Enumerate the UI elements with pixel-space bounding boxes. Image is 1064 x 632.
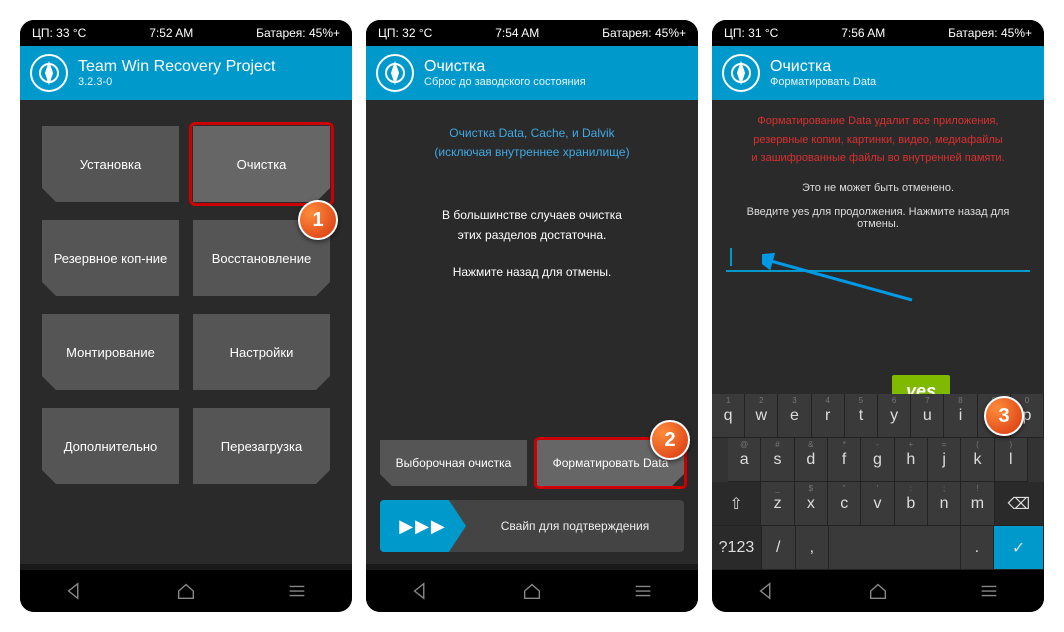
- yes-input[interactable]: [726, 246, 1030, 272]
- key-s[interactable]: #s: [761, 438, 794, 482]
- key-a[interactable]: @a: [728, 438, 761, 482]
- battery: Батарея: 45%+: [256, 26, 340, 40]
- header: Очистка Форматировать Data: [712, 46, 1044, 100]
- key-.[interactable]: .: [961, 526, 995, 570]
- menu-icon[interactable]: [286, 580, 308, 602]
- key-w[interactable]: 2w: [745, 394, 778, 438]
- tile-reboot[interactable]: Перезагрузка: [193, 408, 330, 484]
- key-k[interactable]: (k: [961, 438, 994, 482]
- key-c[interactable]: "c: [828, 482, 861, 526]
- battery: Батарея: 45%+: [602, 26, 686, 40]
- twrp-logo-icon: [722, 54, 760, 92]
- info-text-1: В большинстве случаев очистка: [366, 206, 698, 225]
- home-icon[interactable]: [867, 580, 889, 602]
- cpu-temp: ЦП: 31 °C: [724, 26, 778, 40]
- key-space[interactable]: [829, 526, 960, 570]
- menu-icon[interactable]: [632, 580, 654, 602]
- nav-bar: [20, 570, 352, 612]
- key-q[interactable]: 1q: [712, 394, 745, 438]
- key-t[interactable]: 5t: [845, 394, 878, 438]
- tile-install[interactable]: Установка: [42, 126, 179, 202]
- twrp-format-data-screen: ЦП: 31 °C 7:56 AM Батарея: 45%+ Очистка …: [712, 20, 1044, 612]
- key-f[interactable]: *f: [828, 438, 861, 482]
- key-m[interactable]: !m: [961, 482, 994, 526]
- tile-settings[interactable]: Настройки: [193, 314, 330, 390]
- back-icon[interactable]: [756, 580, 778, 602]
- key-,[interactable]: ,: [796, 526, 830, 570]
- key-u[interactable]: 7u: [911, 394, 944, 438]
- clock: 7:54 AM: [495, 26, 539, 40]
- info-text-2: этих разделов достаточна.: [366, 226, 698, 245]
- key-✓[interactable]: ✓: [994, 526, 1044, 570]
- tile-backup[interactable]: Резервное коп-ние: [42, 220, 179, 296]
- twrp-main-screen: ЦП: 33 °C 7:52 AM Батарея: 45%+ Team Win…: [20, 20, 352, 612]
- home-icon[interactable]: [521, 580, 543, 602]
- back-icon[interactable]: [410, 580, 432, 602]
- key-n[interactable]: ;n: [928, 482, 961, 526]
- key-l[interactable]: )l: [995, 438, 1028, 482]
- step-badge-2: 2: [650, 420, 690, 460]
- header-sub: 3.2.3-0: [78, 76, 275, 88]
- key-d[interactable]: &d: [795, 438, 828, 482]
- key-j[interactable]: =j: [928, 438, 961, 482]
- header-sub: Форматировать Data: [770, 76, 876, 88]
- header: Очистка Сброс до заводского состояния: [366, 46, 698, 100]
- status-bar: ЦП: 33 °C 7:52 AM Батарея: 45%+: [20, 20, 352, 46]
- home-icon[interactable]: [175, 580, 197, 602]
- step-badge-1: 1: [298, 200, 338, 240]
- step-badge-3: 3: [984, 396, 1024, 436]
- twrp-wipe-screen: ЦП: 32 °C 7:54 AM Батарея: 45%+ Очистка …: [366, 20, 698, 612]
- key-x[interactable]: $x: [795, 482, 828, 526]
- info-blue-1: Очистка Data, Cache, и Dalvik: [366, 124, 698, 143]
- clock: 7:56 AM: [841, 26, 885, 40]
- clock: 7:52 AM: [149, 26, 193, 40]
- arrow-annotation-icon: [762, 250, 917, 310]
- cpu-temp: ЦП: 33 °C: [32, 26, 86, 40]
- advanced-wipe-button[interactable]: Выборочная очистка: [380, 440, 527, 486]
- key-?123[interactable]: ?123: [712, 526, 762, 570]
- nav-bar: [366, 570, 698, 612]
- back-icon[interactable]: [64, 580, 86, 602]
- nav-bar: [712, 570, 1044, 612]
- tile-advanced[interactable]: Дополнительно: [42, 408, 179, 484]
- header-title: Очистка: [770, 58, 876, 76]
- key-v[interactable]: 'v: [861, 482, 894, 526]
- key-i[interactable]: 8i: [944, 394, 977, 438]
- twrp-logo-icon: [376, 54, 414, 92]
- key-b[interactable]: :b: [895, 482, 928, 526]
- key-⇧[interactable]: ⇧: [712, 482, 761, 526]
- header-sub: Сброс до заводского состояния: [424, 76, 586, 88]
- key-z[interactable]: _z: [761, 482, 794, 526]
- status-bar: ЦП: 32 °C 7:54 AM Батарея: 45%+: [366, 20, 698, 46]
- slider-label: Свайп для подтверждения: [466, 519, 684, 533]
- warning-red: Форматирование Data удалит все приложени…: [712, 100, 1044, 176]
- key-e[interactable]: 3e: [778, 394, 811, 438]
- warning-white-1: Это не может быть отменено.: [712, 176, 1044, 200]
- key-y[interactable]: 6y: [878, 394, 911, 438]
- header-title: Team Win Recovery Project: [78, 58, 275, 76]
- key-h[interactable]: +h: [895, 438, 928, 482]
- slider-arrows-icon[interactable]: ▶▶▶: [380, 500, 466, 552]
- key-r[interactable]: 4r: [812, 394, 845, 438]
- header: Team Win Recovery Project 3.2.3-0: [20, 46, 352, 100]
- cpu-temp: ЦП: 32 °C: [378, 26, 432, 40]
- warning-white-2: Введите yes для продолжения. Нажмите наз…: [712, 200, 1044, 236]
- menu-icon[interactable]: [978, 580, 1000, 602]
- key-⌫[interactable]: ⌫: [995, 482, 1044, 526]
- key-g[interactable]: -g: [861, 438, 894, 482]
- key-/[interactable]: /: [762, 526, 796, 570]
- info-text-3: Нажмите назад для отмены.: [366, 263, 698, 282]
- battery: Батарея: 45%+: [948, 26, 1032, 40]
- tile-mount[interactable]: Монтирование: [42, 314, 179, 390]
- twrp-logo-icon: [30, 54, 68, 92]
- tile-wipe[interactable]: Очистка: [193, 126, 330, 202]
- info-blue-2: (исключая внутреннее хранилище): [366, 143, 698, 162]
- status-bar: ЦП: 31 °C 7:56 AM Батарея: 45%+: [712, 20, 1044, 46]
- header-title: Очистка: [424, 58, 586, 76]
- swipe-slider[interactable]: ▶▶▶ Свайп для подтверждения: [380, 500, 684, 552]
